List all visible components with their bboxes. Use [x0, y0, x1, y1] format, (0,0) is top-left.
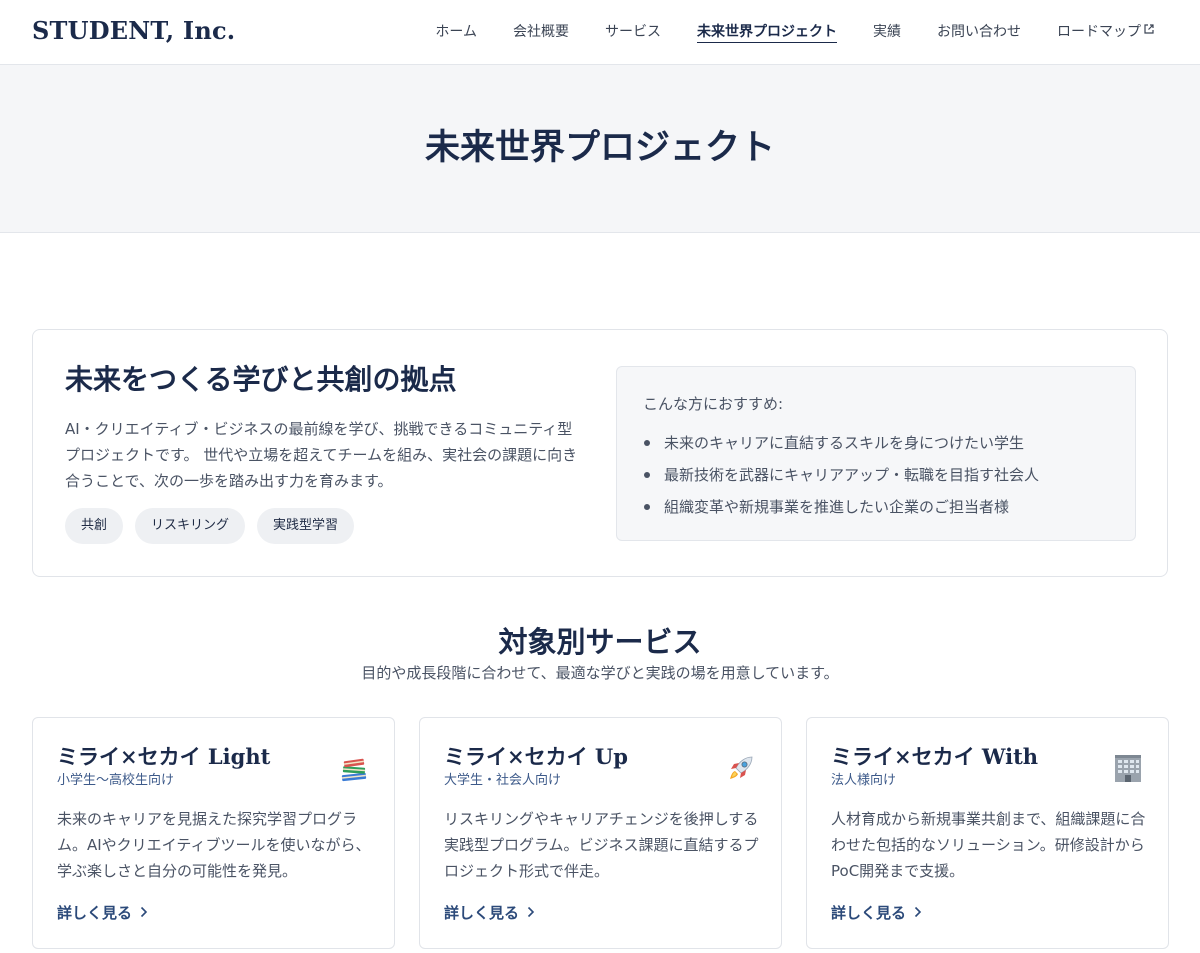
services-title: 対象別サービス	[498, 625, 702, 659]
services-subtitle: 目的や成長段階に合わせて、最適な学びと実践の場を用意しています。	[361, 664, 839, 682]
intro-card: 未来をつくる学びと共創の拠点 AI・クリエイティブ・ビジネスの最前線を学び、挑戦…	[32, 329, 1168, 577]
main-nav: ホーム 会社概要 サービス 未来世界プロジェクト 実績 お問い合わせ ロードマッ…	[435, 22, 1154, 43]
recommend-item: 最新技術を武器にキャリアアップ・転職を目指す社会人	[643, 459, 1039, 491]
service-card-light[interactable]: ミライ×セカイ Light 小学生〜高校生向け 未来のキャリアを見据えた探究学習…	[32, 717, 395, 949]
service-card-description: 人材育成から新規事業共創まで、組織課題に合わせた包括的なソリューション。研修設計…	[831, 810, 1146, 880]
service-card-detail-link[interactable]: 詳しく見る	[57, 901, 148, 925]
page-title: 未来世界プロジェクト	[424, 127, 775, 168]
nav-item-home[interactable]: ホーム	[435, 22, 477, 43]
tag-list: 共創 リスキリング 実践型学習	[65, 508, 355, 544]
recommend-item: 未来のキャリアに直結するスキルを身につけたい学生	[643, 427, 1039, 459]
tag-practical-learning: 実践型学習	[257, 508, 355, 544]
books-icon	[338, 752, 370, 784]
nav-item-company[interactable]: 会社概要	[513, 22, 569, 43]
recommend-list: 未来のキャリアに直結するスキルを身につけたい学生 最新技術を武器にキャリアアップ…	[643, 427, 1039, 523]
chevron-right-icon	[914, 901, 922, 925]
office-building-icon	[1112, 752, 1144, 784]
service-card-detail-link[interactable]: 詳しく見る	[444, 901, 535, 925]
page-hero: 未来世界プロジェクト	[0, 65, 1200, 233]
service-card-title: ミライ×セカイ Up	[444, 744, 628, 769]
site-logo[interactable]: STUDENT, Inc.	[32, 16, 235, 45]
chevron-right-icon	[140, 901, 148, 925]
service-card-title: ミライ×セカイ With	[831, 744, 1039, 769]
external-link-icon	[1144, 24, 1154, 37]
detail-link-label: 詳しく見る	[831, 904, 907, 922]
service-card-target: 法人様向け	[831, 773, 897, 788]
intro-description: AI・クリエイティブ・ビジネスの最前線を学び、挑戦できるコミュニティ型プロジェク…	[65, 420, 578, 490]
recommend-item: 組織変革や新規事業を推進したい企業のご担当者様	[643, 491, 1039, 523]
service-card-up[interactable]: ミライ×セカイ Up 大学生・社会人向け リスキリングやキャリアチェンジを後押し…	[419, 717, 782, 949]
chevron-right-icon	[527, 901, 535, 925]
nav-item-results[interactable]: 実績	[873, 22, 901, 43]
site-header: STUDENT, Inc. ホーム 会社概要 サービス 未来世界プロジェクト 実…	[0, 0, 1200, 65]
recommend-box: こんな方におすすめ: 未来のキャリアに直結するスキルを身につけたい学生 最新技術…	[616, 366, 1136, 541]
nav-item-services[interactable]: サービス	[605, 22, 661, 43]
recommend-title: こんな方におすすめ:	[643, 395, 784, 413]
service-card-description: 未来のキャリアを見据えた探究学習プログラム。AIやクリエイティブツールを使いなが…	[57, 810, 371, 880]
service-card-detail-link[interactable]: 詳しく見る	[831, 901, 922, 925]
service-card-with[interactable]: ミライ×セカイ With 法人様向け 人材育成から新規事業共創まで、組織課題に合…	[806, 717, 1169, 949]
rocket-icon	[725, 752, 757, 784]
nav-item-roadmap-label[interactable]: ロードマップ	[1057, 24, 1141, 40]
service-card-title: ミライ×セカイ Light	[57, 744, 271, 769]
tag-reskilling: リスキリング	[135, 508, 246, 544]
detail-link-label: 詳しく見る	[57, 904, 133, 922]
nav-item-future-world-project[interactable]: 未来世界プロジェクト	[697, 22, 837, 43]
nav-item-contact[interactable]: お問い合わせ	[937, 22, 1021, 43]
intro-heading: 未来をつくる学びと共創の拠点	[65, 363, 457, 396]
service-card-description: リスキリングやキャリアチェンジを後押しする実践型プログラム。ビジネス課題に直結す…	[444, 810, 759, 880]
service-card-target: 大学生・社会人向け	[444, 773, 562, 788]
service-card-target: 小学生〜高校生向け	[57, 773, 175, 788]
tag-cocreation: 共創	[65, 508, 124, 544]
nav-item-roadmap[interactable]: ロードマップ	[1057, 22, 1154, 43]
detail-link-label: 詳しく見る	[444, 904, 520, 922]
